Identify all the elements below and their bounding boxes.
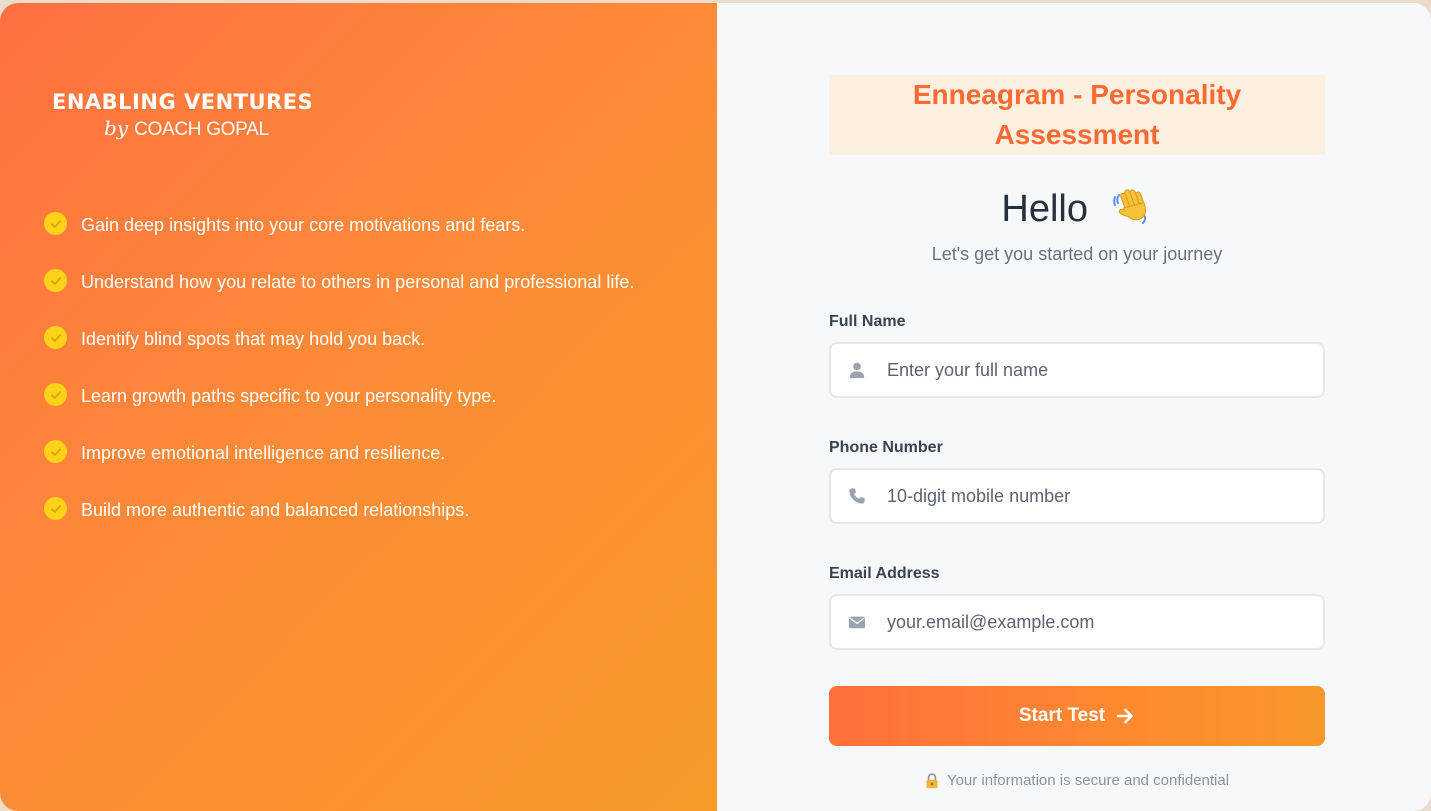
signup-card: ENABLING VENTURES by COACH GOPAL Gain de… <box>0 3 1431 811</box>
benefit-item: Understand how you relate to others in p… <box>44 267 654 299</box>
page-title: Enneagram - Personality Assessment <box>829 75 1325 155</box>
benefit-text: Identify blind spots that may hold you b… <box>81 329 426 349</box>
benefit-item: Learn growth paths specific to your pers… <box>44 381 654 413</box>
secure-note-text: Your information is secure and confident… <box>946 772 1230 789</box>
brand-name: ENABLING VENTURES <box>52 90 314 114</box>
brand-coach: COACH GOPAL <box>134 119 269 140</box>
benefit-text: Understand how you relate to others in p… <box>81 272 635 292</box>
phone-label: Phone Number <box>829 439 943 456</box>
email-field: Email Address <box>829 564 1325 650</box>
benefit-item: Improve emotional intelligence and resil… <box>44 438 654 470</box>
greeting: Hello <box>829 185 1325 232</box>
benefits-list: Gain deep insights into your core motiva… <box>44 210 654 552</box>
waving-hand-icon <box>1111 185 1153 227</box>
email-label: Email Address <box>829 565 940 582</box>
brand-by: by <box>104 116 129 140</box>
benefit-text: Gain deep insights into your core motiva… <box>81 215 526 235</box>
user-icon <box>847 360 867 380</box>
full-name-input[interactable] <box>887 344 1323 396</box>
email-input[interactable] <box>887 596 1323 648</box>
start-test-button[interactable]: Start Test <box>829 686 1325 746</box>
check-icon <box>44 440 67 463</box>
greeting-text: Hello <box>1001 188 1089 230</box>
phone-input[interactable] <box>887 470 1323 522</box>
start-test-label: Start Test <box>1018 705 1106 726</box>
benefit-text: Build more authentic and balanced relati… <box>81 500 470 520</box>
check-icon <box>44 212 67 235</box>
benefit-item: Build more authentic and balanced relati… <box>44 495 654 527</box>
check-icon <box>44 269 67 292</box>
benefit-text: Improve emotional intelligence and resil… <box>81 443 446 463</box>
brand-logo: ENABLING VENTURES by COACH GOPAL <box>52 89 313 141</box>
benefit-item: Gain deep insights into your core motiva… <box>44 210 654 242</box>
check-icon <box>44 497 67 520</box>
full-name-label: Full Name <box>829 313 906 330</box>
benefit-text: Learn growth paths specific to your pers… <box>81 386 497 406</box>
check-icon <box>44 326 67 349</box>
phone-icon <box>847 486 867 506</box>
full-name-field: Full Name <box>829 312 1325 398</box>
lock-icon <box>925 772 939 789</box>
subtitle: Let's get you started on your journey <box>931 244 1223 264</box>
full-name-input-box[interactable] <box>829 342 1325 398</box>
benefit-item: Identify blind spots that may hold you b… <box>44 324 654 356</box>
phone-input-box[interactable] <box>829 468 1325 524</box>
arrow-right-icon <box>1116 708 1133 724</box>
secure-note: Your information is secure and confident… <box>829 772 1325 789</box>
signup-form: Enneagram - Personality Assessment Hello <box>829 75 1325 789</box>
check-icon <box>44 383 67 406</box>
form-panel: Enneagram - Personality Assessment Hello <box>717 3 1431 811</box>
benefits-panel: ENABLING VENTURES by COACH GOPAL Gain de… <box>0 3 717 811</box>
envelope-icon <box>847 612 867 632</box>
email-input-box[interactable] <box>829 594 1325 650</box>
brand-byline: by COACH GOPAL <box>104 117 313 141</box>
phone-field: Phone Number <box>829 438 1325 524</box>
